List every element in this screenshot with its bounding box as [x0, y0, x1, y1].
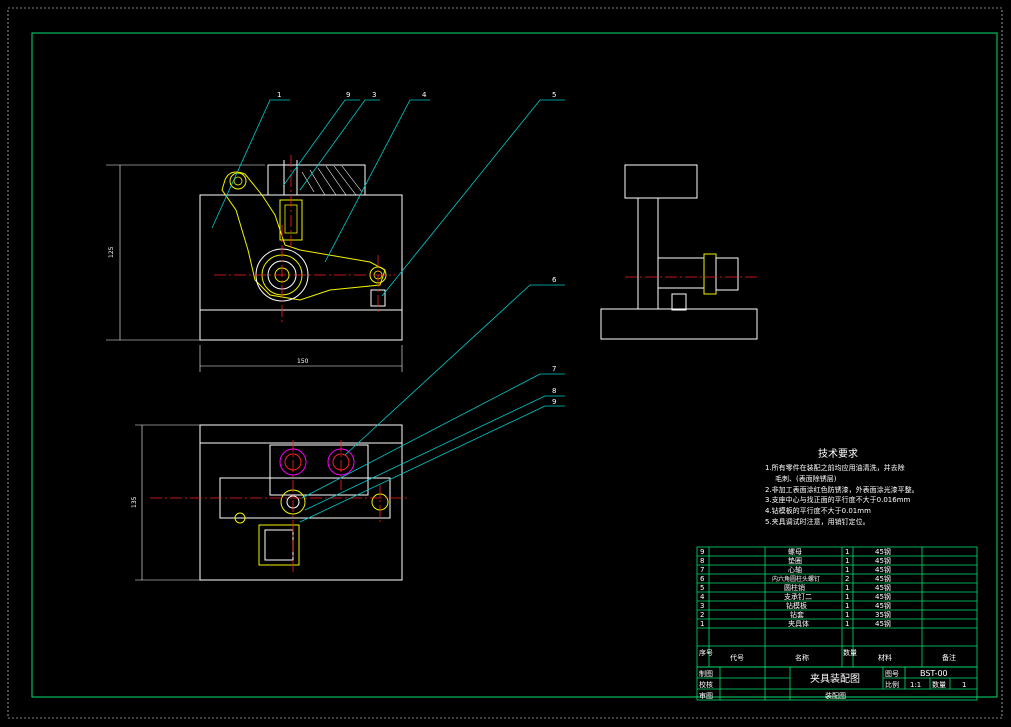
- bom-no: 5: [700, 584, 704, 592]
- bom-no: 4: [700, 593, 705, 601]
- bom-row-1: 1 夹具体 1 45钢: [700, 619, 891, 628]
- bom-header-name: 名称: [795, 653, 809, 662]
- dim-front-width: 150: [297, 358, 309, 365]
- bom-material: 45钢: [875, 601, 891, 610]
- bom-name: 钻模板: [786, 601, 807, 610]
- drawing-name: 夹具装配图: [810, 672, 860, 685]
- bom-no: 9: [700, 548, 704, 556]
- bom-qty: 1: [845, 557, 849, 565]
- bom-row-8: 8 垫圈 1 45钢: [700, 556, 891, 565]
- bom-rows: 9 螺母 1 45钢 8 垫圈 1 45钢 7 心轴 1 45钢 6 内六角圆柱…: [700, 547, 891, 628]
- bom-row-6: 6 内六角圆柱头螺钉 2 45钢: [700, 574, 891, 583]
- bom-material: 45钢: [875, 619, 891, 628]
- bom-material: 45钢: [875, 574, 891, 583]
- bom-name: 内六角圆柱头螺钉: [772, 575, 820, 583]
- bom-qty: 2: [845, 575, 849, 583]
- callout-9: 9: [552, 398, 556, 406]
- bom-material: 45钢: [875, 583, 891, 592]
- leader-lines: [211, 99, 565, 523]
- bom-material: 45钢: [875, 556, 891, 565]
- bom-header-no: 序号: [699, 648, 713, 657]
- bom-no: 8: [700, 557, 704, 565]
- bom-row-5: 5 圆柱销 1 45钢: [700, 583, 891, 592]
- callout-3: 3: [372, 91, 376, 99]
- tech-req-line-4: 3.支座中心与找正面的平行度不大于0.016mm: [765, 495, 911, 504]
- bom-row-7: 7 心轴 1 45钢: [700, 565, 891, 574]
- bom-no: 7: [700, 566, 704, 574]
- bom-qty: 1: [845, 566, 849, 574]
- tech-req-title: 技术要求: [818, 447, 858, 460]
- bom-qty: 1: [845, 602, 849, 610]
- bom-name: 夹具体: [788, 619, 809, 628]
- bom-header-qty: 数量: [843, 648, 857, 657]
- bom-qty: 1: [845, 593, 849, 601]
- callout-6: 6: [552, 276, 557, 284]
- bom-row-3: 3 钻模板 1 45钢: [700, 601, 891, 610]
- title-label-drawn: 制图: [699, 669, 713, 678]
- callout-4: 4: [422, 91, 427, 99]
- drawing-subtitle: 装配图: [825, 691, 846, 700]
- top-view: [135, 424, 410, 581]
- bom-name: 垫圈: [788, 556, 802, 565]
- front-view: [106, 155, 403, 372]
- bom-material: 45钢: [875, 565, 891, 574]
- bom-header-code: 代号: [730, 653, 744, 662]
- bom-material: 45钢: [875, 592, 891, 601]
- bom-row-4: 4 支承钉二 1 45钢: [700, 592, 891, 601]
- bom-no: 1: [700, 620, 704, 628]
- bom-qty: 1: [845, 584, 849, 592]
- drawing-no: BST-00: [920, 669, 948, 678]
- bom-header-note: 备注: [942, 653, 956, 662]
- bom-row-2: 2 钻套 1 35钢: [700, 610, 891, 619]
- bom-header: 序号 代号 名称 数量 材料 备注: [699, 648, 956, 662]
- bom-row-9: 9 螺母 1 45钢: [700, 547, 891, 556]
- title-block: 制图 校核 审图 夹具装配图 图号 BST-00 比例 1:1 数量 1 装配图: [696, 666, 978, 701]
- bom-no: 2: [700, 611, 704, 619]
- tech-req-line-1: 1.所有零件在装配之前均应用油清洗，并去除: [765, 463, 905, 472]
- dim-top-height: 135: [131, 496, 138, 508]
- qty-value: 1: [962, 681, 966, 689]
- scale-value: 1:1: [910, 681, 921, 689]
- tech-req-line-6: 5.夹具调试时注意，用销钉定位。: [765, 517, 870, 526]
- bom-qty: 1: [845, 548, 849, 556]
- scale-label: 比例: [885, 680, 899, 689]
- tech-req-line-3: 2.非加工表面涂红色防锈漆，外表面涂光漆平整。: [765, 485, 919, 494]
- bom-name: 支承钉二: [784, 592, 812, 601]
- bom-material: 35钢: [875, 610, 891, 619]
- title-label-checked: 校核: [699, 680, 713, 689]
- callout-2: 9: [346, 91, 350, 99]
- tech-req-line-5: 4.钻模板的平行度不大于0.01mm: [765, 506, 871, 515]
- bom-name: 圆柱销: [784, 583, 805, 592]
- drawing-frame: [31, 32, 998, 698]
- bom-material: 45钢: [875, 547, 891, 556]
- callout-8: 8: [552, 387, 556, 395]
- side-view: [600, 164, 758, 340]
- bom-name: 钻套: [790, 610, 804, 619]
- title-label-reviewed: 审图: [699, 691, 713, 700]
- callout-5: 5: [552, 91, 556, 99]
- qty-label: 数量: [932, 680, 946, 689]
- bom-name: 螺母: [788, 547, 802, 556]
- bom-header-material: 材料: [878, 653, 892, 662]
- callout-1: 1: [277, 91, 281, 99]
- bom-no: 6: [700, 575, 705, 583]
- cad-drawing-canvas: 1 9 3 4 5 6 7 8 9 125 150 135 技术要求 1.所有零…: [7, 7, 1003, 719]
- bom-name: 心轴: [788, 565, 802, 574]
- bom-no: 3: [700, 602, 704, 610]
- technical-requirements: 技术要求 1.所有零件在装配之前均应用油清洗，并去除 毛刺、(表面除锈层) 2.…: [765, 447, 919, 526]
- bom-table: 9 螺母 1 45钢 8 垫圈 1 45钢 7 心轴 1 45钢 6 内六角圆柱…: [696, 546, 978, 668]
- drawing-no-label: 图号: [885, 670, 899, 678]
- callout-numbers: 1 9 3 4 5 6 7 8 9: [277, 91, 557, 406]
- bom-qty: 1: [845, 611, 849, 619]
- callout-7: 7: [552, 365, 556, 373]
- bom-qty: 1: [845, 620, 849, 628]
- dim-front-height: 125: [108, 246, 115, 258]
- tech-req-line-2: 毛刺、(表面除锈层): [775, 474, 837, 483]
